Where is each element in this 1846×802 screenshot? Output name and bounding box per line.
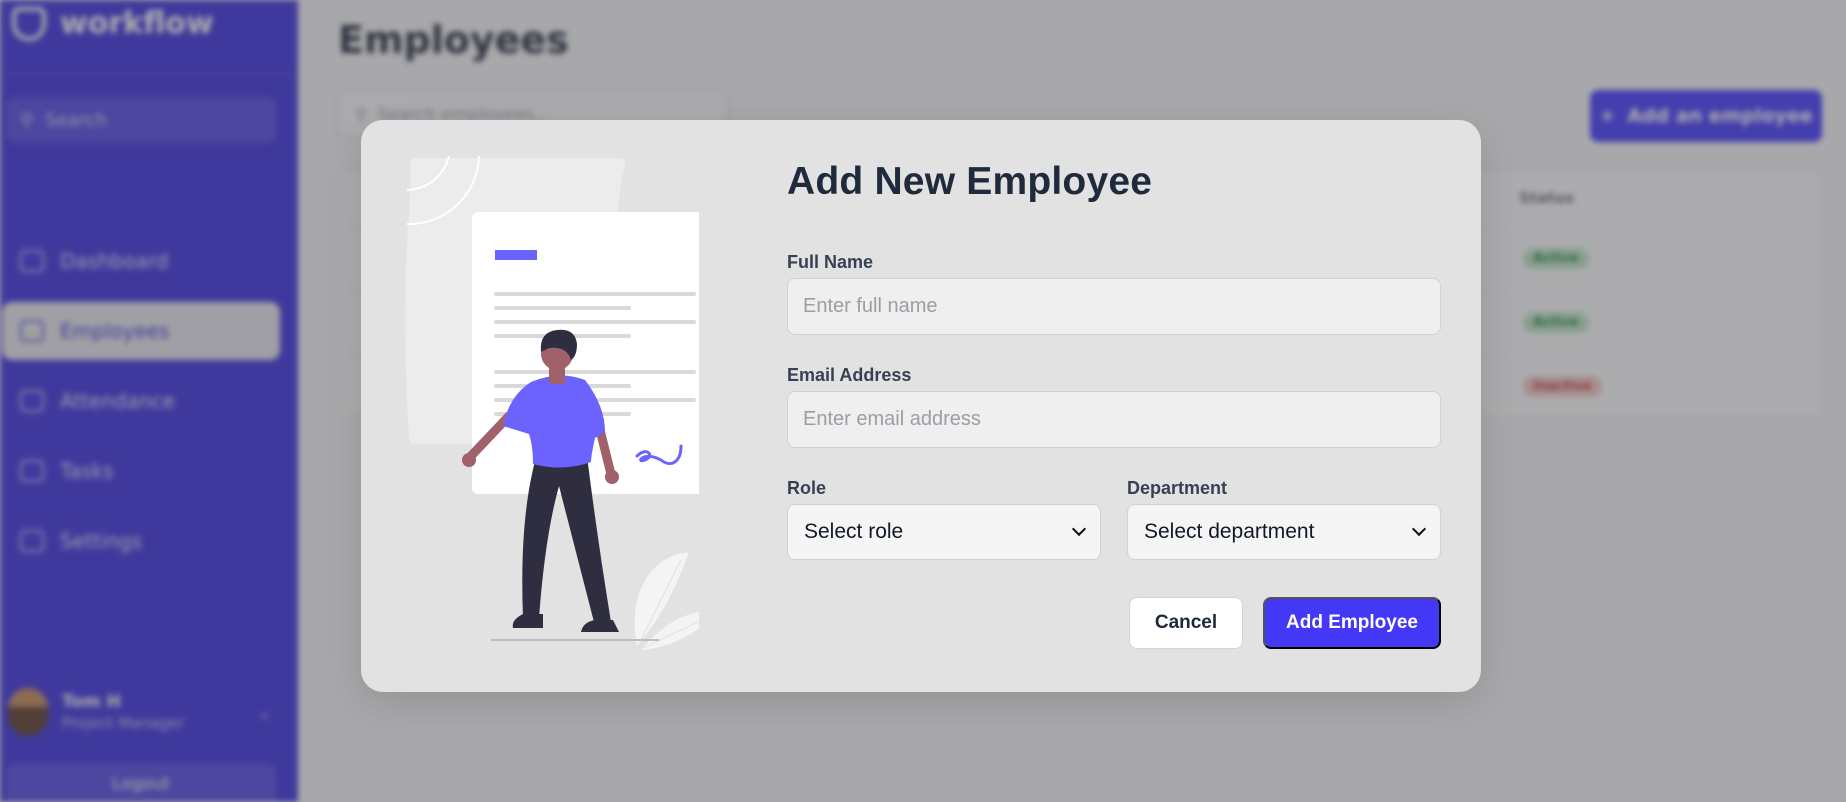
cancel-button[interactable]: Cancel <box>1129 597 1243 649</box>
department-select[interactable]: Select department <box>1127 504 1441 560</box>
email-input[interactable] <box>787 391 1441 448</box>
email-label: Email Address <box>787 365 912 385</box>
role-label: Role <box>787 478 827 498</box>
document-signing-illustration <box>405 156 699 650</box>
chevron-down-icon <box>1411 521 1427 537</box>
full-name-label: Full Name <box>787 252 874 272</box>
chevron-down-icon <box>1071 521 1087 537</box>
full-name-input[interactable] <box>787 278 1441 335</box>
add-employee-modal: Add New Employee Full Name Email Address… <box>361 120 1481 692</box>
department-label: Department <box>1127 478 1228 498</box>
add-employee-submit-button[interactable]: Add Employee <box>1263 597 1441 649</box>
role-select-value: Select role <box>804 520 904 543</box>
modal-title: Add New Employee <box>787 160 1153 203</box>
department-select-value: Select department <box>1144 520 1315 543</box>
role-select[interactable]: Select role <box>787 504 1101 560</box>
